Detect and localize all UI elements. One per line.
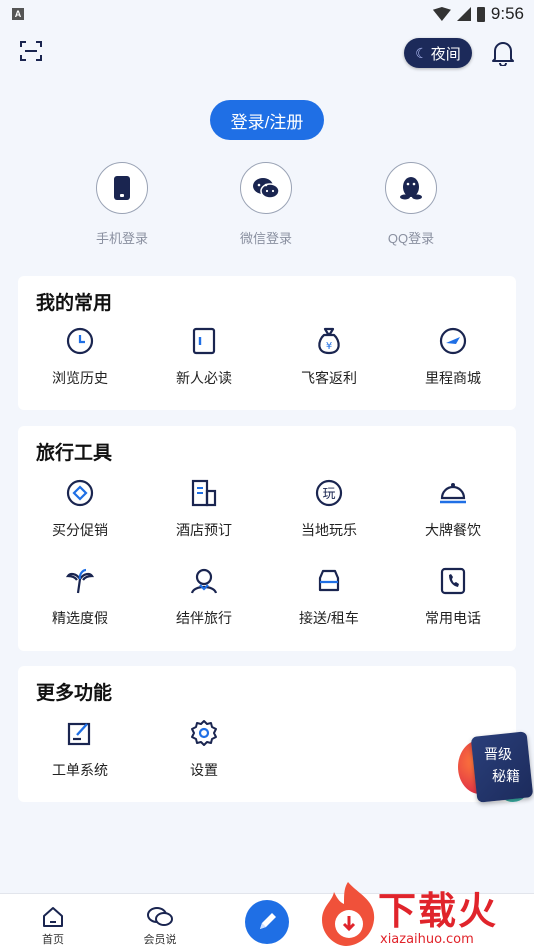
gear-icon [191, 720, 217, 746]
battery-icon [476, 6, 485, 22]
phone-icon [114, 176, 130, 200]
qq-login-label: QQ登录 [387, 231, 435, 246]
car-rental-label: 接送/租车 [299, 610, 359, 626]
phone-login-option[interactable]: 手机登录 [62, 162, 182, 247]
book-icon [192, 327, 216, 355]
local-fun-item[interactable]: 玩 当地玩乐 [267, 478, 391, 540]
watermark-brand: 下载火 [378, 889, 499, 933]
newbie-guide-label: 新人必读 [176, 370, 232, 386]
phone-call-icon [440, 567, 466, 595]
vacation-item[interactable]: 精选度假 [18, 566, 142, 628]
bell-icon[interactable] [491, 40, 515, 66]
travel-tools-title: 旅行工具 [36, 443, 113, 464]
nav-home-label: 首页 [42, 934, 64, 946]
favorites-card: 我的常用 浏览历史 新人必读 ¥ 飞客返利 里程商城 [18, 276, 516, 410]
car-rental-item[interactable]: 接送/租车 [267, 566, 391, 628]
ticket-system-item[interactable]: 工单系统 [18, 718, 142, 780]
wifi-icon [432, 7, 451, 21]
nav-members-label: 会员说 [143, 934, 177, 946]
vacation-label: 精选度假 [52, 610, 108, 626]
hotel-booking-item[interactable]: 酒店预订 [142, 478, 266, 540]
car-icon [318, 569, 340, 592]
wechat-login-option[interactable]: 微信登录 [206, 162, 326, 247]
svg-text:玩: 玩 [322, 487, 335, 502]
svg-text:¥: ¥ [326, 341, 332, 352]
dining-label: 大牌餐饮 [425, 522, 481, 538]
night-label: 夜间 [430, 45, 461, 63]
watermark-url: xiazaihuo.com [380, 932, 474, 947]
login-register-button[interactable]: 登录/注册 [210, 100, 324, 140]
qq-icon [400, 177, 422, 200]
nav-home[interactable]: 首页 [23, 906, 83, 947]
phone-directory-label: 常用电话 [425, 610, 481, 626]
moon-icon: ☾ [415, 44, 428, 61]
flame-logo-icon [322, 882, 375, 946]
pen-icon [260, 913, 276, 929]
rebate-label: 飞客返利 [301, 370, 357, 386]
building-icon [191, 479, 217, 507]
companion-travel-item[interactable]: 结伴旅行 [142, 566, 266, 628]
signal-icon [456, 7, 471, 21]
plane-icon [439, 327, 467, 355]
money-bag-icon: ¥ [318, 327, 340, 355]
wechat-icon [253, 178, 280, 199]
favorites-title: 我的常用 [36, 293, 113, 314]
rebate-item[interactable]: ¥ 飞客返利 [267, 326, 391, 388]
qq-login-option[interactable]: QQ登录 [351, 162, 471, 247]
mileage-mall-label: 里程商城 [425, 370, 481, 386]
companion-travel-label: 结伴旅行 [176, 610, 232, 626]
phone-login-label: 手机登录 [95, 231, 148, 246]
history-label: 浏览历史 [52, 370, 108, 386]
promo-line1: 晋级 [484, 747, 512, 763]
watermark: 下载火 xiazaihuo.com [318, 878, 534, 950]
promo-line2: 秘籍 [492, 769, 520, 785]
newbie-guide-item[interactable]: 新人必读 [142, 326, 266, 388]
points-promo-item[interactable]: 买分促销 [18, 478, 142, 540]
promo-badge[interactable]: 晋级 秘籍 [456, 726, 534, 806]
night-mode-toggle[interactable]: ☾ 夜间 [404, 38, 472, 68]
wechat-login-label: 微信登录 [239, 231, 292, 246]
compose-button[interactable] [245, 900, 289, 944]
travel-tools-card: 旅行工具 买分促销 酒店预订 玩 当地玩乐 大牌餐饮 精选度假 结伴旅行 接送/… [18, 426, 516, 651]
more-title: 更多功能 [36, 683, 113, 704]
history-item[interactable]: 浏览历史 [18, 326, 142, 388]
status-bar: A 9:56 [0, 0, 534, 28]
clock-icon [66, 327, 94, 355]
points-promo-label: 买分促销 [52, 522, 108, 538]
palm-icon [65, 568, 95, 594]
status-time: 9:56 [490, 4, 524, 23]
hotel-booking-label: 酒店预订 [176, 522, 232, 538]
more-card: 更多功能 工单系统 设置 [18, 666, 516, 802]
diamond-icon [66, 479, 94, 507]
mileage-mall-item[interactable]: 里程商城 [391, 326, 515, 388]
edit-icon [67, 722, 91, 746]
scan-icon[interactable] [20, 40, 42, 62]
dining-item[interactable]: 大牌餐饮 [391, 478, 515, 540]
nav-members[interactable]: 会员说 [130, 906, 190, 947]
notification-icon: A [12, 8, 24, 20]
phone-directory-item[interactable]: 常用电话 [391, 566, 515, 628]
ticket-system-label: 工单系统 [52, 762, 108, 778]
play-icon: 玩 [315, 479, 343, 507]
chat-icon [147, 907, 173, 926]
settings-label: 设置 [190, 762, 218, 778]
companion-icon [190, 568, 218, 594]
local-fun-label: 当地玩乐 [301, 522, 357, 538]
settings-item[interactable]: 设置 [142, 718, 266, 780]
dish-icon [440, 483, 466, 504]
home-icon [43, 907, 63, 927]
